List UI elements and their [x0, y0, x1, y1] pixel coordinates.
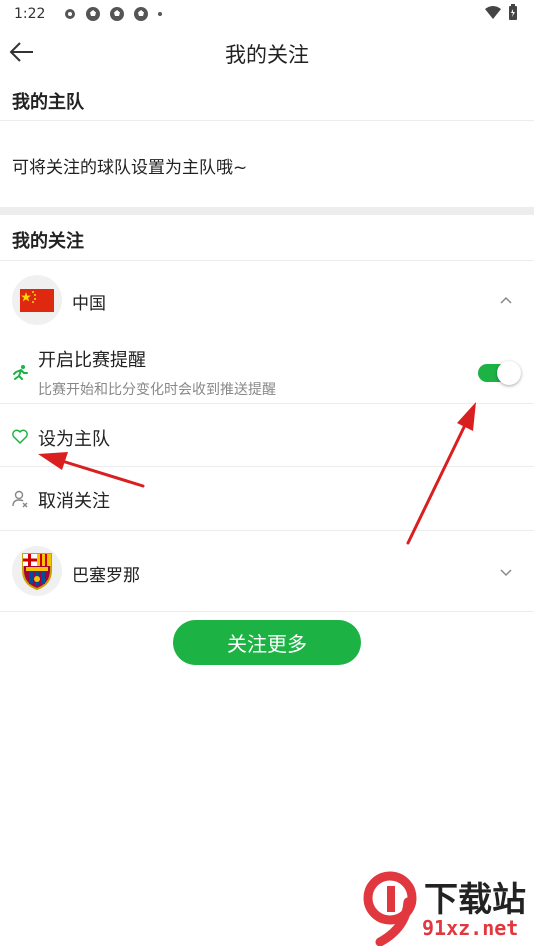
- system-status-icons: [484, 4, 518, 21]
- watermark-url: 91xz.net: [422, 916, 519, 940]
- heart-icon: [12, 429, 28, 444]
- set-home-team-row[interactable]: 设为主队: [0, 404, 534, 466]
- unfollow-row[interactable]: 取消关注: [0, 467, 534, 529]
- football-notification-icon: [86, 7, 101, 21]
- divider: [0, 120, 534, 121]
- user-remove-icon: [12, 490, 28, 508]
- divider: [0, 530, 534, 531]
- settings-notification-icon: [65, 9, 76, 19]
- reminder-toggle[interactable]: [478, 361, 521, 385]
- dot-icon: [158, 12, 163, 16]
- reminder-label: 开启比赛提醒: [38, 350, 146, 371]
- watermark: 下载站 91xz.net: [360, 868, 530, 948]
- toggle-knob: [497, 361, 521, 385]
- status-time: 1:22: [14, 6, 46, 22]
- china-flag-icon: [12, 275, 62, 325]
- unfollow-label: 取消关注: [38, 491, 110, 512]
- team-row-barcelona[interactable]: 巴塞罗那: [0, 541, 534, 601]
- notification-icons: [63, 6, 163, 22]
- barcelona-crest-icon: [12, 546, 62, 596]
- page: 1:22 我的关注 我的主队 可将关注的球队设置为主队哦~ 我的关注 中国 开启…: [0, 0, 534, 950]
- set-home-team-label: 设为主队: [38, 429, 110, 450]
- team-name: 巴塞罗那: [72, 566, 140, 586]
- divider: [0, 260, 534, 261]
- team-row-china[interactable]: 中国: [0, 270, 534, 330]
- football-notification-icon: [134, 7, 149, 21]
- running-icon: [13, 365, 28, 380]
- page-title: 我的关注: [225, 43, 309, 67]
- status-bar: 1:22: [0, 0, 534, 28]
- watermark-title: 下载站: [424, 880, 526, 920]
- wifi-icon: [485, 5, 501, 19]
- back-arrow-icon[interactable]: [8, 38, 36, 66]
- home-team-hint: 可将关注的球队设置为主队哦~: [12, 158, 248, 178]
- follow-section-title: 我的关注: [12, 231, 84, 252]
- match-reminder-row: 开启比赛提醒 比赛开始和比分变化时会收到推送提醒: [0, 338, 534, 403]
- battery-icon: [509, 4, 517, 20]
- reminder-description: 比赛开始和比分变化时会收到推送提醒: [38, 382, 276, 398]
- home-team-section-title: 我的主队: [12, 92, 84, 113]
- chevron-up-icon[interactable]: [498, 292, 514, 308]
- follow-more-button[interactable]: 关注更多: [173, 620, 361, 665]
- divider: [0, 611, 534, 612]
- header: 我的关注: [0, 28, 534, 80]
- team-name: 中国: [72, 294, 106, 314]
- section-divider: [0, 207, 534, 215]
- chevron-down-icon[interactable]: [498, 564, 514, 580]
- football-notification-icon: [110, 7, 125, 21]
- watermark-logo: [363, 871, 417, 946]
